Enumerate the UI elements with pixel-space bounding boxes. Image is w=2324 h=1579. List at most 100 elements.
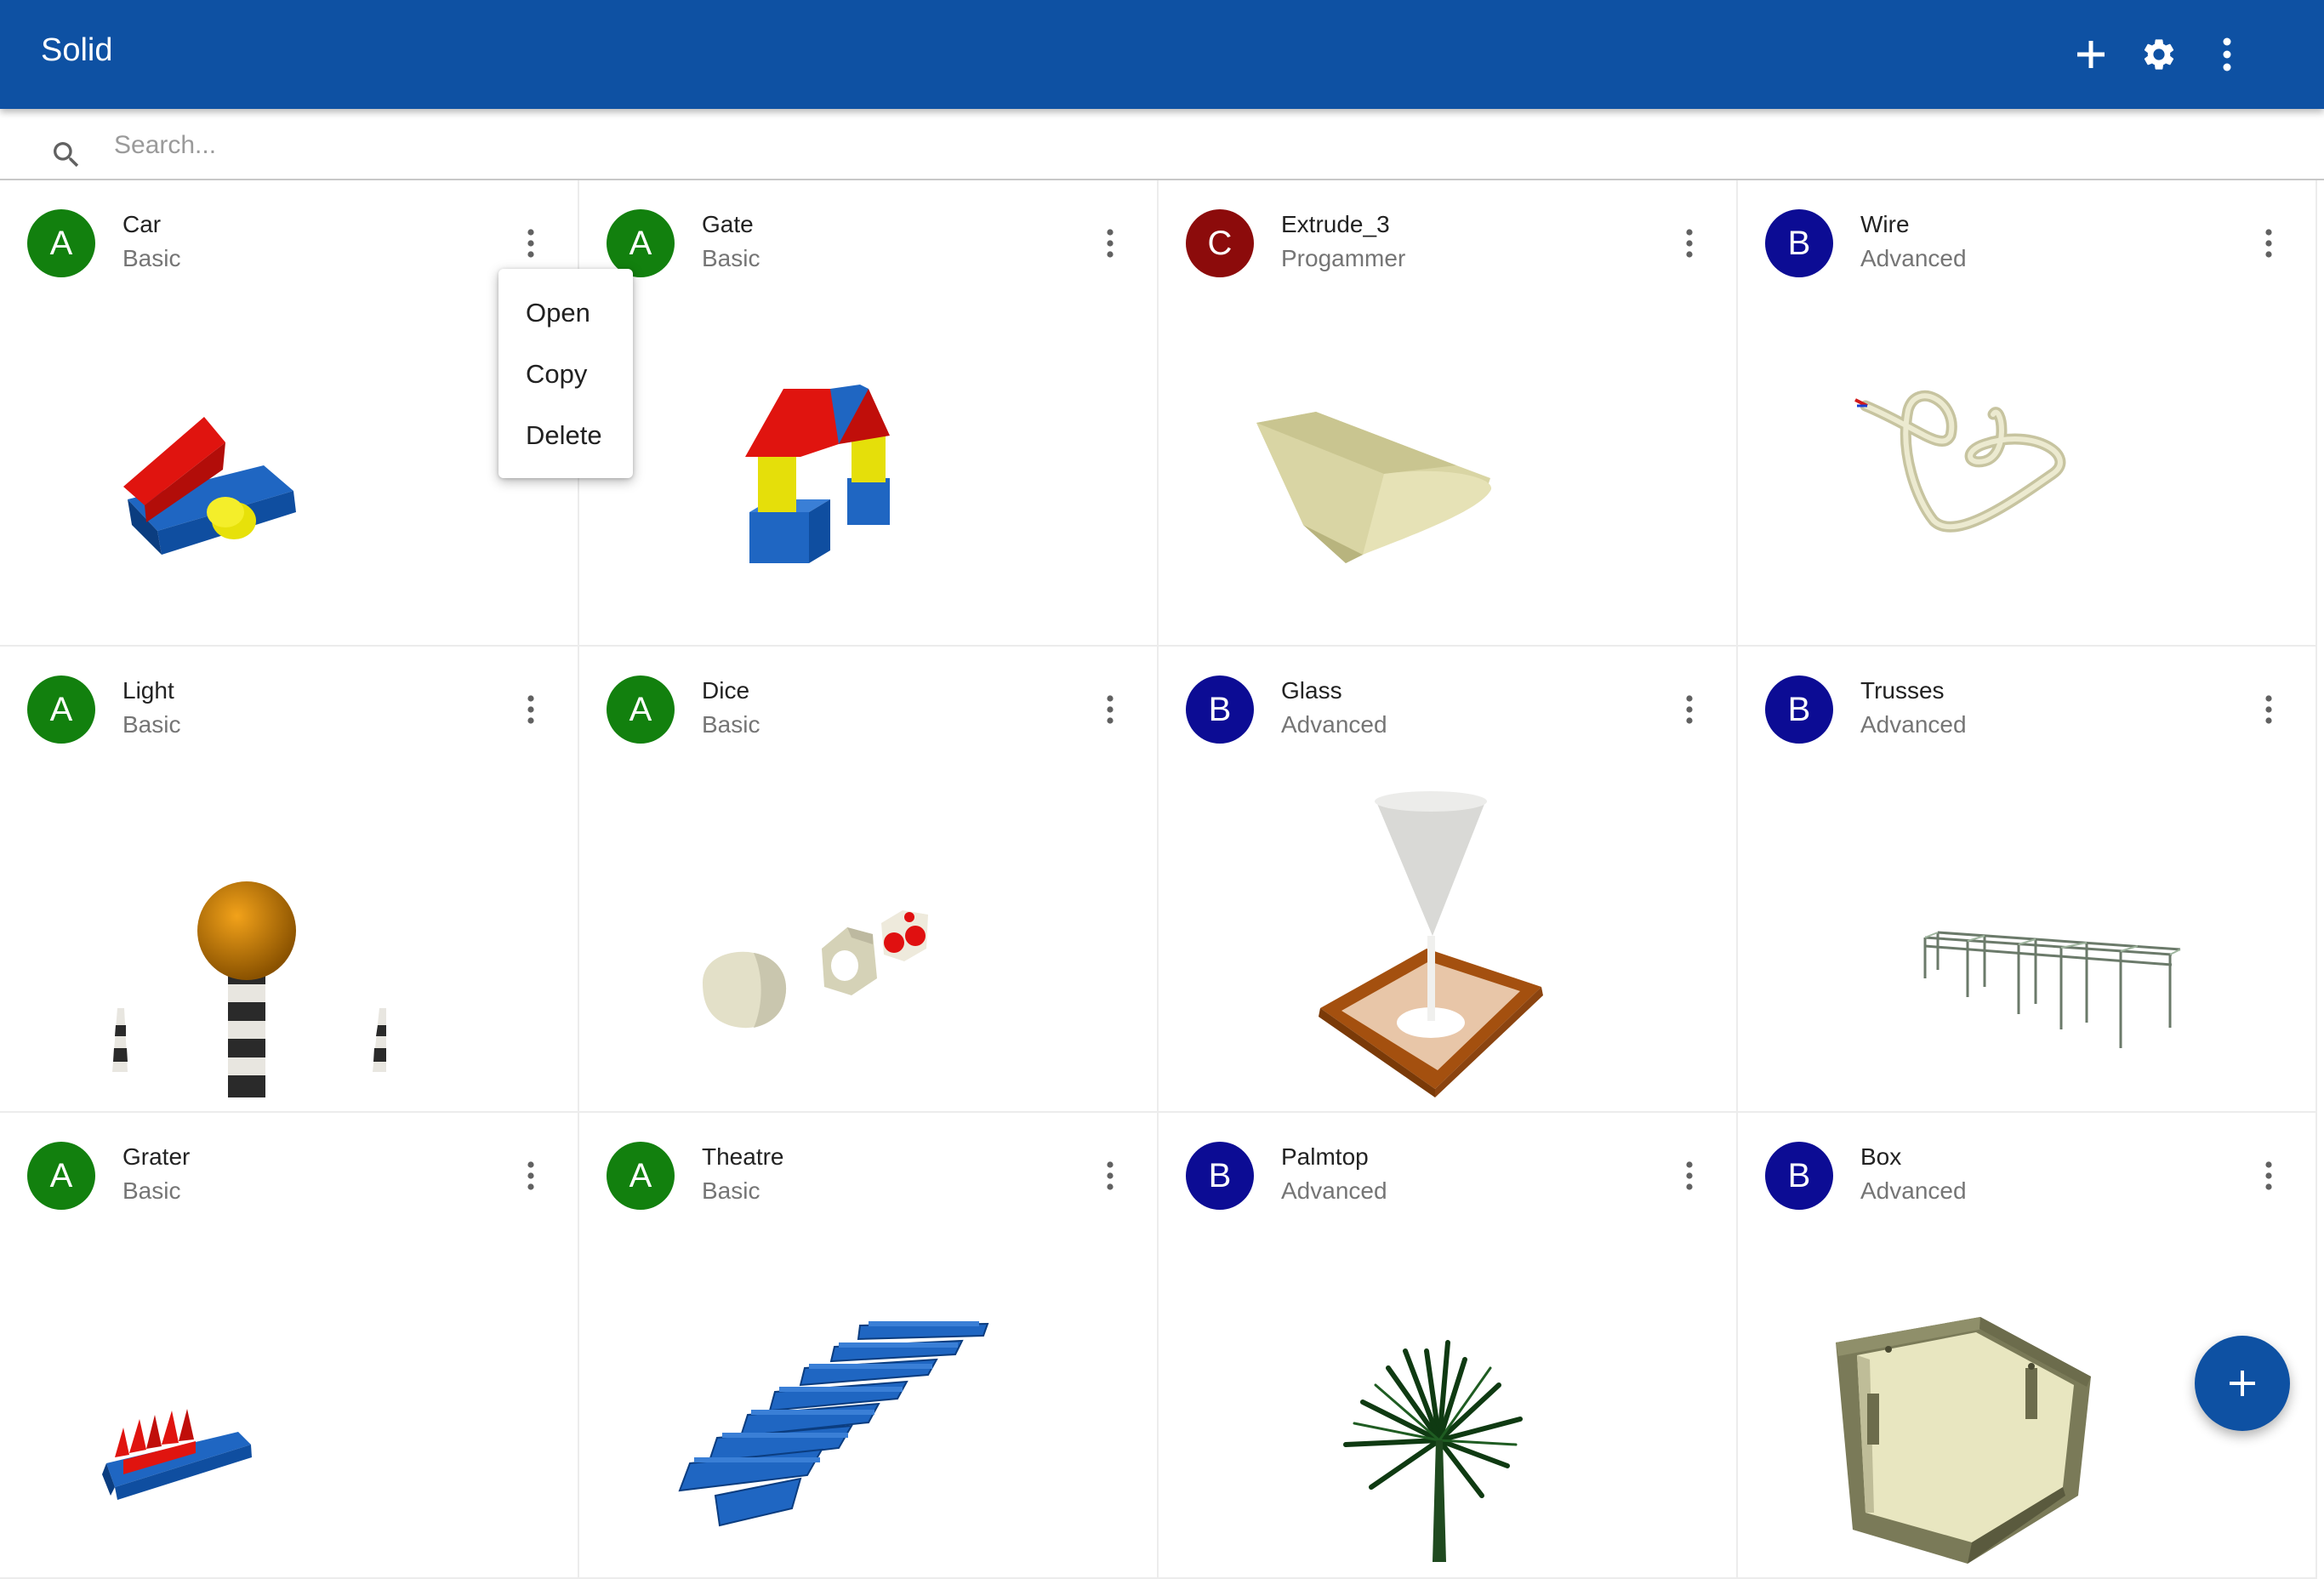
trusses-model-thumbnail (1923, 931, 2181, 1048)
gear-icon (2144, 39, 2174, 70)
plus-icon (2077, 41, 2105, 68)
card-subtitle: Advanced (1281, 711, 1387, 738)
card-context-menu: Open Copy Delete (498, 269, 633, 478)
settings-button[interactable] (2125, 20, 2193, 88)
card-more-button[interactable] (1672, 1150, 1706, 1201)
more-vert-icon (1686, 229, 1693, 258)
card-theatre[interactable]: A Theatre Basic (579, 1113, 1159, 1579)
card-subtitle: Advanced (1860, 711, 1967, 738)
card-title: Gate (702, 211, 754, 237)
card-subtitle: Basic (122, 711, 181, 738)
avatar: A (607, 209, 675, 277)
avatar: B (1186, 675, 1254, 744)
card-subtitle: Advanced (1860, 1177, 1967, 1204)
more-vert-icon (2223, 37, 2231, 71)
avatar: C (1186, 209, 1254, 277)
avatar: B (1765, 1142, 1833, 1210)
wing-model-thumbnail (1256, 412, 1492, 563)
card-subtitle: Basic (122, 245, 181, 271)
card-title: Dice (702, 677, 750, 704)
card-title: Extrude_3 (1281, 211, 1390, 237)
card-title: Box (1860, 1143, 1902, 1170)
card-more-button[interactable] (1672, 218, 1706, 269)
more-vert-icon (1107, 229, 1114, 258)
more-vert-icon (2265, 229, 2272, 258)
wire-model-thumbnail (1854, 390, 2066, 533)
more-vert-icon (527, 1161, 534, 1190)
app-bar: Solid (0, 0, 2324, 109)
avatar: B (1765, 209, 1833, 277)
menu-item-copy[interactable]: Copy (498, 344, 633, 405)
more-vert-icon (2265, 1161, 2272, 1190)
card-more-button[interactable] (1093, 684, 1127, 735)
avatar: A (607, 1142, 675, 1210)
palm-tree-model-thumbnail (1343, 1340, 1523, 1562)
card-subtitle: Basic (702, 1177, 760, 1204)
card-title: Trusses (1860, 677, 1945, 704)
avatar: B (1765, 675, 1833, 744)
more-vert-icon (2265, 695, 2272, 724)
card-more-button[interactable] (2252, 684, 2286, 735)
card-subtitle: Basic (702, 711, 760, 738)
card-subtitle: Advanced (1860, 245, 1967, 271)
card-subtitle: Progammer (1281, 245, 1406, 271)
glass-model-thumbnail (1319, 791, 1543, 1097)
avatar: A (27, 675, 95, 744)
more-vert-icon (527, 695, 534, 724)
card-more-button[interactable] (1093, 218, 1127, 269)
avatar: A (607, 675, 675, 744)
more-menu-button[interactable] (2193, 20, 2261, 88)
card-more-button[interactable] (2252, 1150, 2286, 1201)
search-bar (0, 109, 2324, 180)
more-vert-icon (1107, 1161, 1114, 1190)
card-subtitle: Advanced (1281, 1177, 1387, 1204)
card-subtitle: Basic (122, 1177, 181, 1204)
card-gate[interactable]: A Gate Basic (579, 180, 1159, 647)
card-title: Wire (1860, 211, 1910, 237)
more-vert-icon (1107, 695, 1114, 724)
card-light[interactable]: A Light Basic (0, 647, 579, 1113)
avatar: A (27, 1142, 95, 1210)
card-more-button[interactable] (1093, 1150, 1127, 1201)
card-more-button[interactable] (514, 1150, 548, 1201)
card-title: Light (122, 677, 174, 704)
card-title: Grater (122, 1143, 191, 1170)
box-model-thumbnail (1836, 1317, 2091, 1564)
card-title: Theatre (702, 1143, 784, 1170)
dice-model-thumbnail (703, 910, 928, 1029)
card-extrude-3[interactable]: C Extrude_3 Progammer (1159, 180, 1738, 647)
add-button[interactable] (2057, 20, 2125, 88)
card-grater[interactable]: A Grater Basic (0, 1113, 579, 1579)
more-vert-icon (1686, 695, 1693, 724)
card-wire[interactable]: B Wire Advanced (1738, 180, 2317, 647)
card-title: Palmtop (1281, 1143, 1369, 1170)
gate-model-thumbnail (745, 385, 890, 563)
avatar: A (27, 209, 95, 277)
grater-model-thumbnail (102, 1409, 252, 1500)
card-dice[interactable]: A Dice Basic (579, 647, 1159, 1113)
menu-item-open[interactable]: Open (498, 282, 633, 344)
more-vert-icon (1686, 1161, 1693, 1190)
card-more-button[interactable] (514, 218, 548, 269)
theatre-model-thumbnail (678, 1321, 989, 1527)
card-glass[interactable]: B Glass Advanced (1159, 647, 1738, 1113)
light-model-thumbnail (112, 881, 386, 1097)
card-subtitle: Basic (702, 245, 760, 271)
card-car[interactable]: A Car Basic (0, 180, 579, 647)
app-title: Solid (41, 32, 113, 68)
fab-add-button[interactable] (2195, 1336, 2290, 1431)
search-icon (54, 142, 79, 168)
more-vert-icon (527, 229, 534, 258)
avatar: B (1186, 1142, 1254, 1210)
card-more-button[interactable] (514, 684, 548, 735)
card-title: Glass (1281, 677, 1342, 704)
card-palmtop[interactable]: B Palmtop Advanced (1159, 1113, 1738, 1579)
menu-item-delete[interactable]: Delete (498, 405, 633, 466)
card-more-button[interactable] (1672, 684, 1706, 735)
card-title: Car (122, 211, 162, 237)
car-model-thumbnail (123, 417, 296, 555)
project-grid: A Car Basic A Gate Basic C Extrude_3 Pro… (0, 180, 2324, 1579)
search-input[interactable] (114, 124, 880, 167)
card-trusses[interactable]: B Trusses Advanced (1738, 647, 2317, 1113)
card-more-button[interactable] (2252, 218, 2286, 269)
